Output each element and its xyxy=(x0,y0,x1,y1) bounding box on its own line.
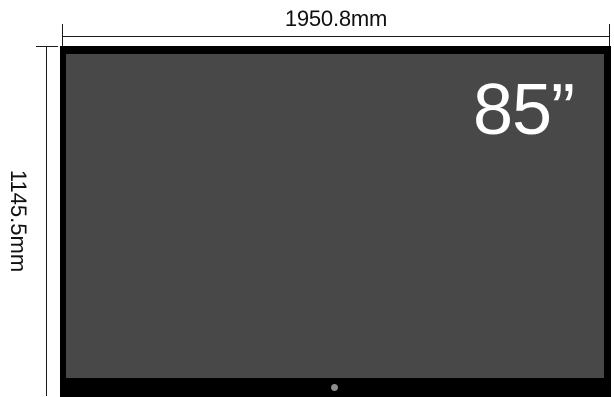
tv-dimension-diagram: 1950.8mm 1145.5mm 85” xyxy=(0,0,614,397)
width-dimension-tick-right xyxy=(609,24,610,46)
height-dimension-tick-top xyxy=(36,46,58,47)
power-indicator-icon xyxy=(331,384,338,391)
tv-bezel: 85” xyxy=(60,46,611,397)
width-dimension-line xyxy=(62,36,610,37)
tv-screen: 85” xyxy=(66,54,604,378)
height-dimension-line xyxy=(46,46,47,396)
screen-size-label: 85” xyxy=(472,70,575,150)
height-dimension-label: 1145.5mm xyxy=(6,169,31,273)
width-dimension-label: 1950.8mm xyxy=(284,6,388,31)
width-dimension-tick-left xyxy=(62,24,63,46)
